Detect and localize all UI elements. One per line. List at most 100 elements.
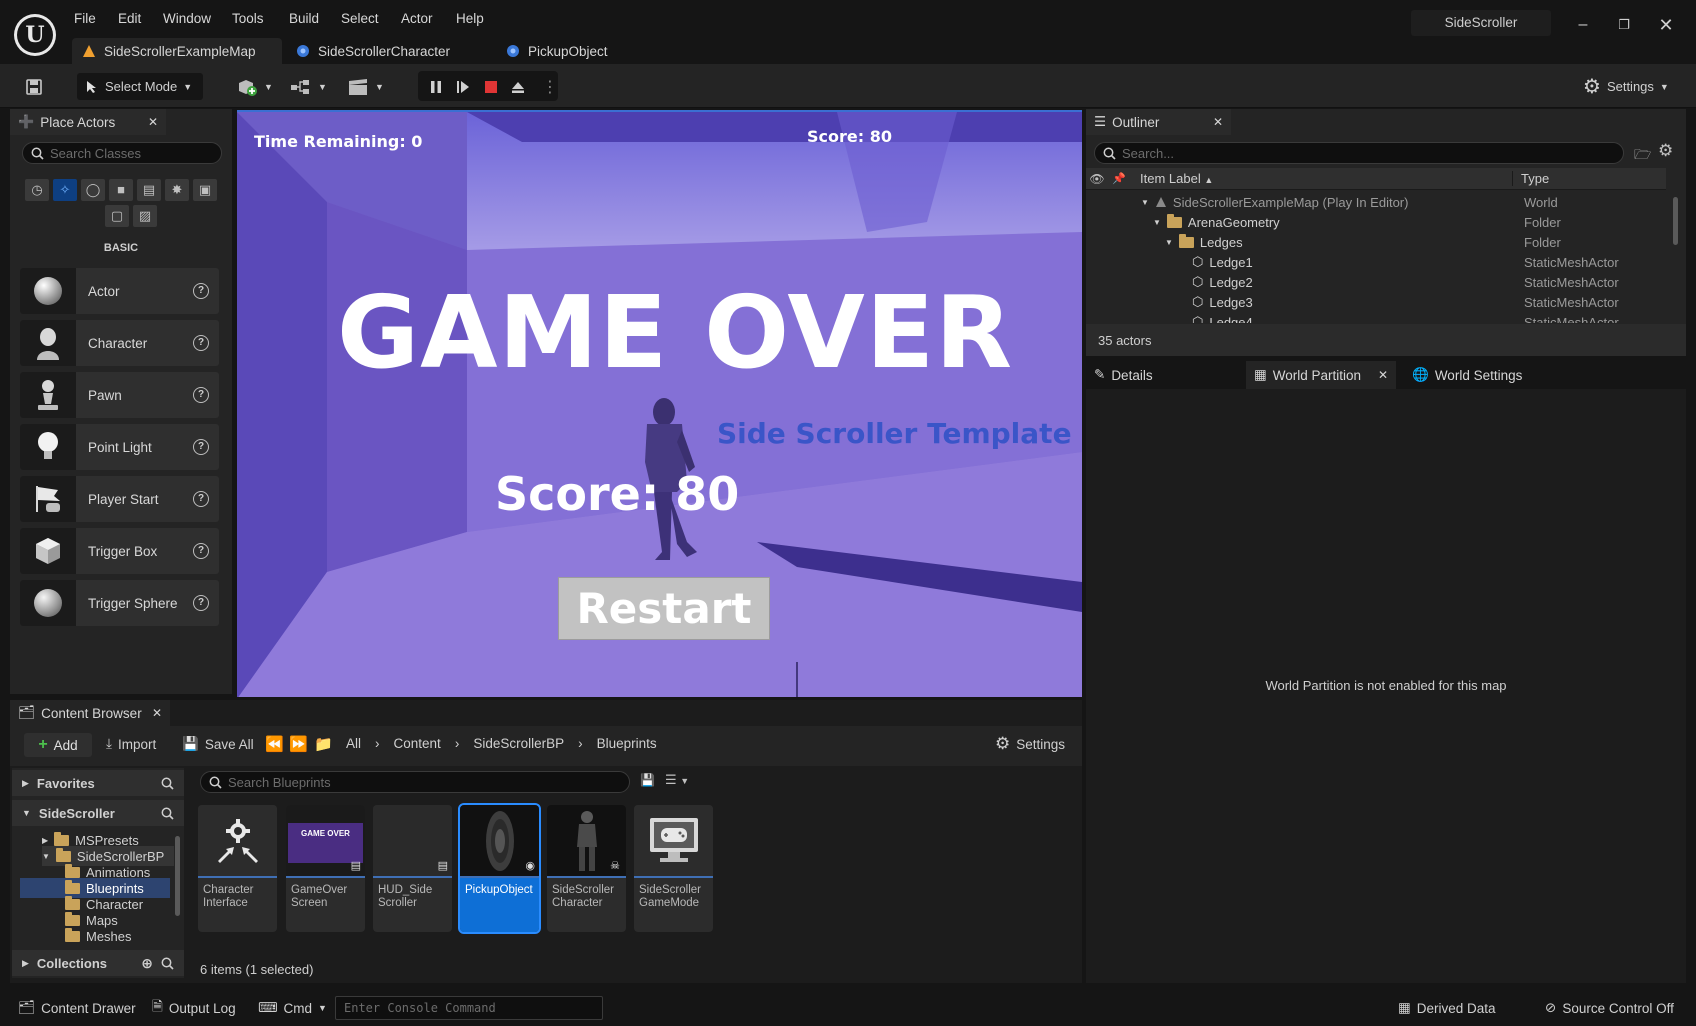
outliner-tab[interactable]: ☰ Outliner ✕ <box>1086 109 1231 135</box>
content-drawer-button[interactable]: 🗂 Content Drawer <box>18 996 136 1020</box>
tab-world-partition[interactable]: ▦ World Partition ✕ <box>1246 361 1396 389</box>
tab-world-settings[interactable]: 🌐 World Settings <box>1404 361 1554 389</box>
add-button[interactable]: + Add <box>24 733 92 757</box>
lights-category-icon[interactable]: ◯ <box>81 179 105 201</box>
toolbar-settings-button[interactable]: ⚙ Settings ▼ <box>1583 73 1669 100</box>
outliner-row-ledges[interactable]: ▼ Ledges <box>1165 232 1243 252</box>
help-icon[interactable]: ? <box>193 439 209 455</box>
source-control-button[interactable]: ⊘ Source Control Off <box>1545 996 1674 1020</box>
outliner-row-ledge4[interactable]: ⬡ Ledge4 <box>1192 312 1253 323</box>
outliner-row-ledge1[interactable]: ⬡ Ledge1 <box>1192 252 1253 272</box>
breadcrumb-sidescrollerbp[interactable]: SideScrollerBP <box>473 736 564 751</box>
filter-icon[interactable]: ☰ ▼ <box>665 772 689 788</box>
breadcrumb-content[interactable]: Content <box>394 736 441 751</box>
close-window-button[interactable]: ✕ <box>1651 10 1681 40</box>
column-item-label[interactable]: Item Label ▲ <box>1130 171 1512 186</box>
asset-sidescroller-gamemode[interactable]: SideScroller GameMode <box>634 805 713 932</box>
column-type[interactable]: Type <box>1512 171 1549 186</box>
close-icon[interactable]: ✕ <box>1213 115 1223 129</box>
breadcrumb-blueprints[interactable]: Blueprints <box>597 736 657 751</box>
actor-item-trigger-sphere[interactable]: Trigger Sphere ? <box>20 580 219 626</box>
asset-hud-side-scroller[interactable]: ▤ HUD_Side Scroller <box>373 805 452 932</box>
content-browser-tab[interactable]: 🗂 Content Browser ✕ <box>10 700 170 726</box>
favorites-header[interactable]: ▶ Favorites <box>12 770 184 796</box>
folder-browse-icon[interactable]: 📁 <box>314 735 333 753</box>
tab-sidescroller-character[interactable]: SideScrollerCharacter <box>286 38 486 64</box>
outliner-row-world[interactable]: ▼ SideScrollerExampleMap (Play In Editor) <box>1141 192 1408 212</box>
actor-item-pawn[interactable]: Pawn ? <box>20 372 219 418</box>
all-classes-category-icon[interactable]: ▨ <box>133 205 157 227</box>
shapes-category-icon[interactable]: ■ <box>109 179 133 201</box>
actor-item-trigger-box[interactable]: Trigger Box ? <box>20 528 219 574</box>
unreal-logo[interactable]: U <box>14 14 56 56</box>
eject-button[interactable] <box>510 73 526 100</box>
menu-help[interactable]: Help <box>456 11 484 26</box>
add-circle-icon[interactable]: ⊕ <box>141 955 153 972</box>
collections-header[interactable]: ▶ Collections ⊕ <box>12 950 184 976</box>
breadcrumb-all[interactable]: All <box>346 736 361 751</box>
asset-pickup-object[interactable]: ◉ PickupObject <box>458 803 541 934</box>
help-icon[interactable]: ? <box>193 283 209 299</box>
search-icon[interactable] <box>161 957 174 970</box>
menu-edit[interactable]: Edit <box>118 11 141 26</box>
pin-icon[interactable]: 📌 <box>1108 172 1130 185</box>
close-icon[interactable]: ✕ <box>1378 368 1388 382</box>
content-settings-button[interactable]: ⚙ Settings <box>995 734 1065 754</box>
minimize-button[interactable]: – <box>1568 10 1598 40</box>
help-icon[interactable]: ? <box>193 543 209 559</box>
forward-arrow-icon[interactable]: ⏩ <box>289 735 308 753</box>
level-viewport[interactable]: Time Remaining: 0 Score: 80 GAME OVER Si… <box>237 110 1082 697</box>
place-actors-tab[interactable]: ➕ Place Actors ✕ <box>10 109 166 135</box>
pause-button[interactable] <box>428 73 444 100</box>
actor-item-character[interactable]: Character ? <box>20 320 219 366</box>
close-icon[interactable]: ✕ <box>148 115 158 129</box>
tab-pickup-object[interactable]: PickupObject <box>496 38 636 64</box>
save-current-button[interactable] <box>22 73 46 100</box>
eye-icon[interactable]: 👁 <box>1086 172 1108 186</box>
gear-icon[interactable]: ⚙ <box>1658 141 1673 161</box>
actor-item-actor[interactable]: Actor ? <box>20 268 219 314</box>
restart-button[interactable]: Restart <box>558 577 770 640</box>
more-options-icon[interactable]: ⋮ <box>542 73 558 100</box>
asset-gameover-screen[interactable]: GAME OVER ▤ GameOver Screen <box>286 805 365 932</box>
cinematic-category-icon[interactable]: ▤ <box>137 179 161 201</box>
output-log-button[interactable]: 🗎 Output Log <box>152 996 236 1020</box>
help-icon[interactable]: ? <box>193 595 209 611</box>
outliner-row-ledge3[interactable]: ⬡ Ledge3 <box>1192 292 1253 312</box>
outliner-row-ledge2[interactable]: ⬡ Ledge2 <box>1192 272 1253 292</box>
menu-build[interactable]: Build <box>289 11 319 26</box>
asset-character-interface[interactable]: Character Interface <box>198 805 277 932</box>
menu-file[interactable]: File <box>74 11 96 26</box>
help-icon[interactable]: ? <box>193 491 209 507</box>
derived-data-button[interactable]: ▦ Derived Data <box>1398 996 1496 1020</box>
search-blueprints-input[interactable]: Search Blueprints <box>200 771 630 793</box>
menu-actor[interactable]: Actor <box>401 11 433 26</box>
add-folder-icon[interactable]: 🗁 <box>1634 144 1651 168</box>
cinematics-button[interactable]: ▼ <box>347 73 384 100</box>
outliner-scrollbar[interactable] <box>1673 197 1678 245</box>
menu-window[interactable]: Window <box>163 11 211 26</box>
menu-tools[interactable]: Tools <box>232 11 264 26</box>
folder-tree-scrollbar[interactable] <box>175 836 180 916</box>
back-arrow-icon[interactable]: ⏪ <box>265 735 284 753</box>
console-command-input[interactable]: Enter Console Command <box>335 996 603 1020</box>
help-icon[interactable]: ? <box>193 335 209 351</box>
select-mode-dropdown[interactable]: Select Mode ▼ <box>77 73 203 100</box>
volumes-category-icon[interactable]: ▢ <box>105 205 129 227</box>
recent-icon[interactable]: ◷ <box>25 179 49 201</box>
visual-effects-category-icon[interactable]: ✸ <box>165 179 189 201</box>
tab-sidescroller-example-map[interactable]: SideScrollerExampleMap <box>72 38 282 64</box>
frame-skip-button[interactable] <box>455 73 471 100</box>
stop-button[interactable] <box>483 73 499 100</box>
outliner-row-arena-geometry[interactable]: ▼ ArenaGeometry <box>1153 212 1280 232</box>
geometry-category-icon[interactable]: ▣ <box>193 179 217 201</box>
actor-item-player-start[interactable]: Player Start ? <box>20 476 219 522</box>
basic-category-icon[interactable]: ✧ <box>53 179 77 201</box>
menu-select[interactable]: Select <box>341 11 379 26</box>
close-icon[interactable]: ✕ <box>152 706 162 720</box>
asset-sidescroller-character[interactable]: ☠ SideScroller Character <box>547 805 626 932</box>
add-content-button[interactable]: ▼ <box>236 73 273 100</box>
help-icon[interactable]: ? <box>193 387 209 403</box>
import-button[interactable]: ⤓ Import <box>106 736 156 752</box>
tab-details[interactable]: ✎ Details <box>1086 361 1244 389</box>
